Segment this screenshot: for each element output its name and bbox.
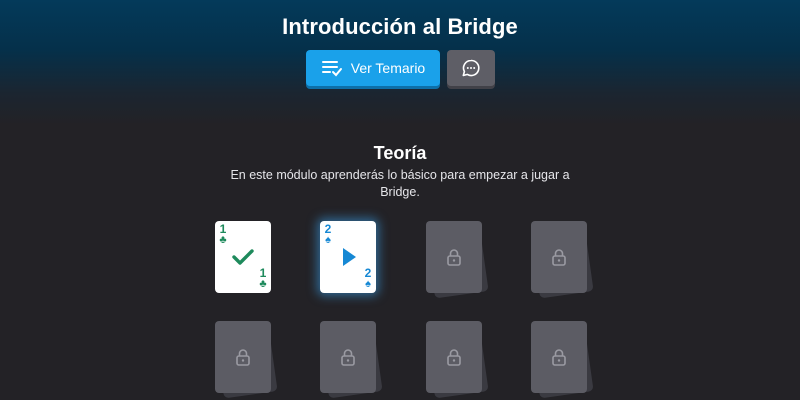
card-suit: ♠ [325,234,331,246]
locked-card [215,321,271,393]
locked-card [426,221,482,293]
list-check-icon [321,61,342,77]
completed-card: 1 ♣ 1 ♣ [215,221,271,293]
checkmark-icon [232,249,254,265]
locked-card [531,321,587,393]
lock-icon [447,349,461,366]
lesson-card-1[interactable]: 1 ♣ 1 ♣ [215,221,285,299]
card-corner-top: 2 ♠ [323,223,333,246]
module-title: Teoría [373,143,427,163]
card-corner-top: 1 ♣ [218,223,228,246]
card-suit: ♠ [365,278,371,290]
lesson-card-6 [319,321,390,399]
lesson-card-8 [530,321,601,399]
locked-card [320,321,376,393]
chat-button[interactable] [447,50,495,86]
card-corner-bottom: 1 ♣ [258,267,268,290]
lock-icon [341,349,355,366]
lesson-card-7 [425,321,496,399]
current-card: 2 ♠ 2 ♠ [320,221,376,293]
card-suit: ♣ [259,278,267,290]
lock-icon [236,349,250,366]
locked-card [531,221,587,293]
lesson-card-5 [214,321,285,399]
lesson-card-2[interactable]: 2 ♠ 2 ♠ [320,221,390,299]
card-suit: ♣ [219,234,227,246]
locked-card [426,321,482,393]
lock-icon [447,249,461,266]
lock-icon [552,349,566,366]
module-description: En este módulo aprenderás lo básico para… [230,168,570,199]
lesson-card-4 [530,221,601,299]
lesson-card-3 [425,221,496,299]
course-title: Introducción al Bridge [282,14,518,39]
card-corner-bottom: 2 ♠ [363,267,373,290]
view-syllabus-label: Ver Temario [350,60,426,76]
lock-icon [552,249,566,266]
chat-bubble-icon [462,59,480,77]
play-icon [343,248,356,266]
view-syllabus-button[interactable]: Ver Temario [306,50,440,86]
